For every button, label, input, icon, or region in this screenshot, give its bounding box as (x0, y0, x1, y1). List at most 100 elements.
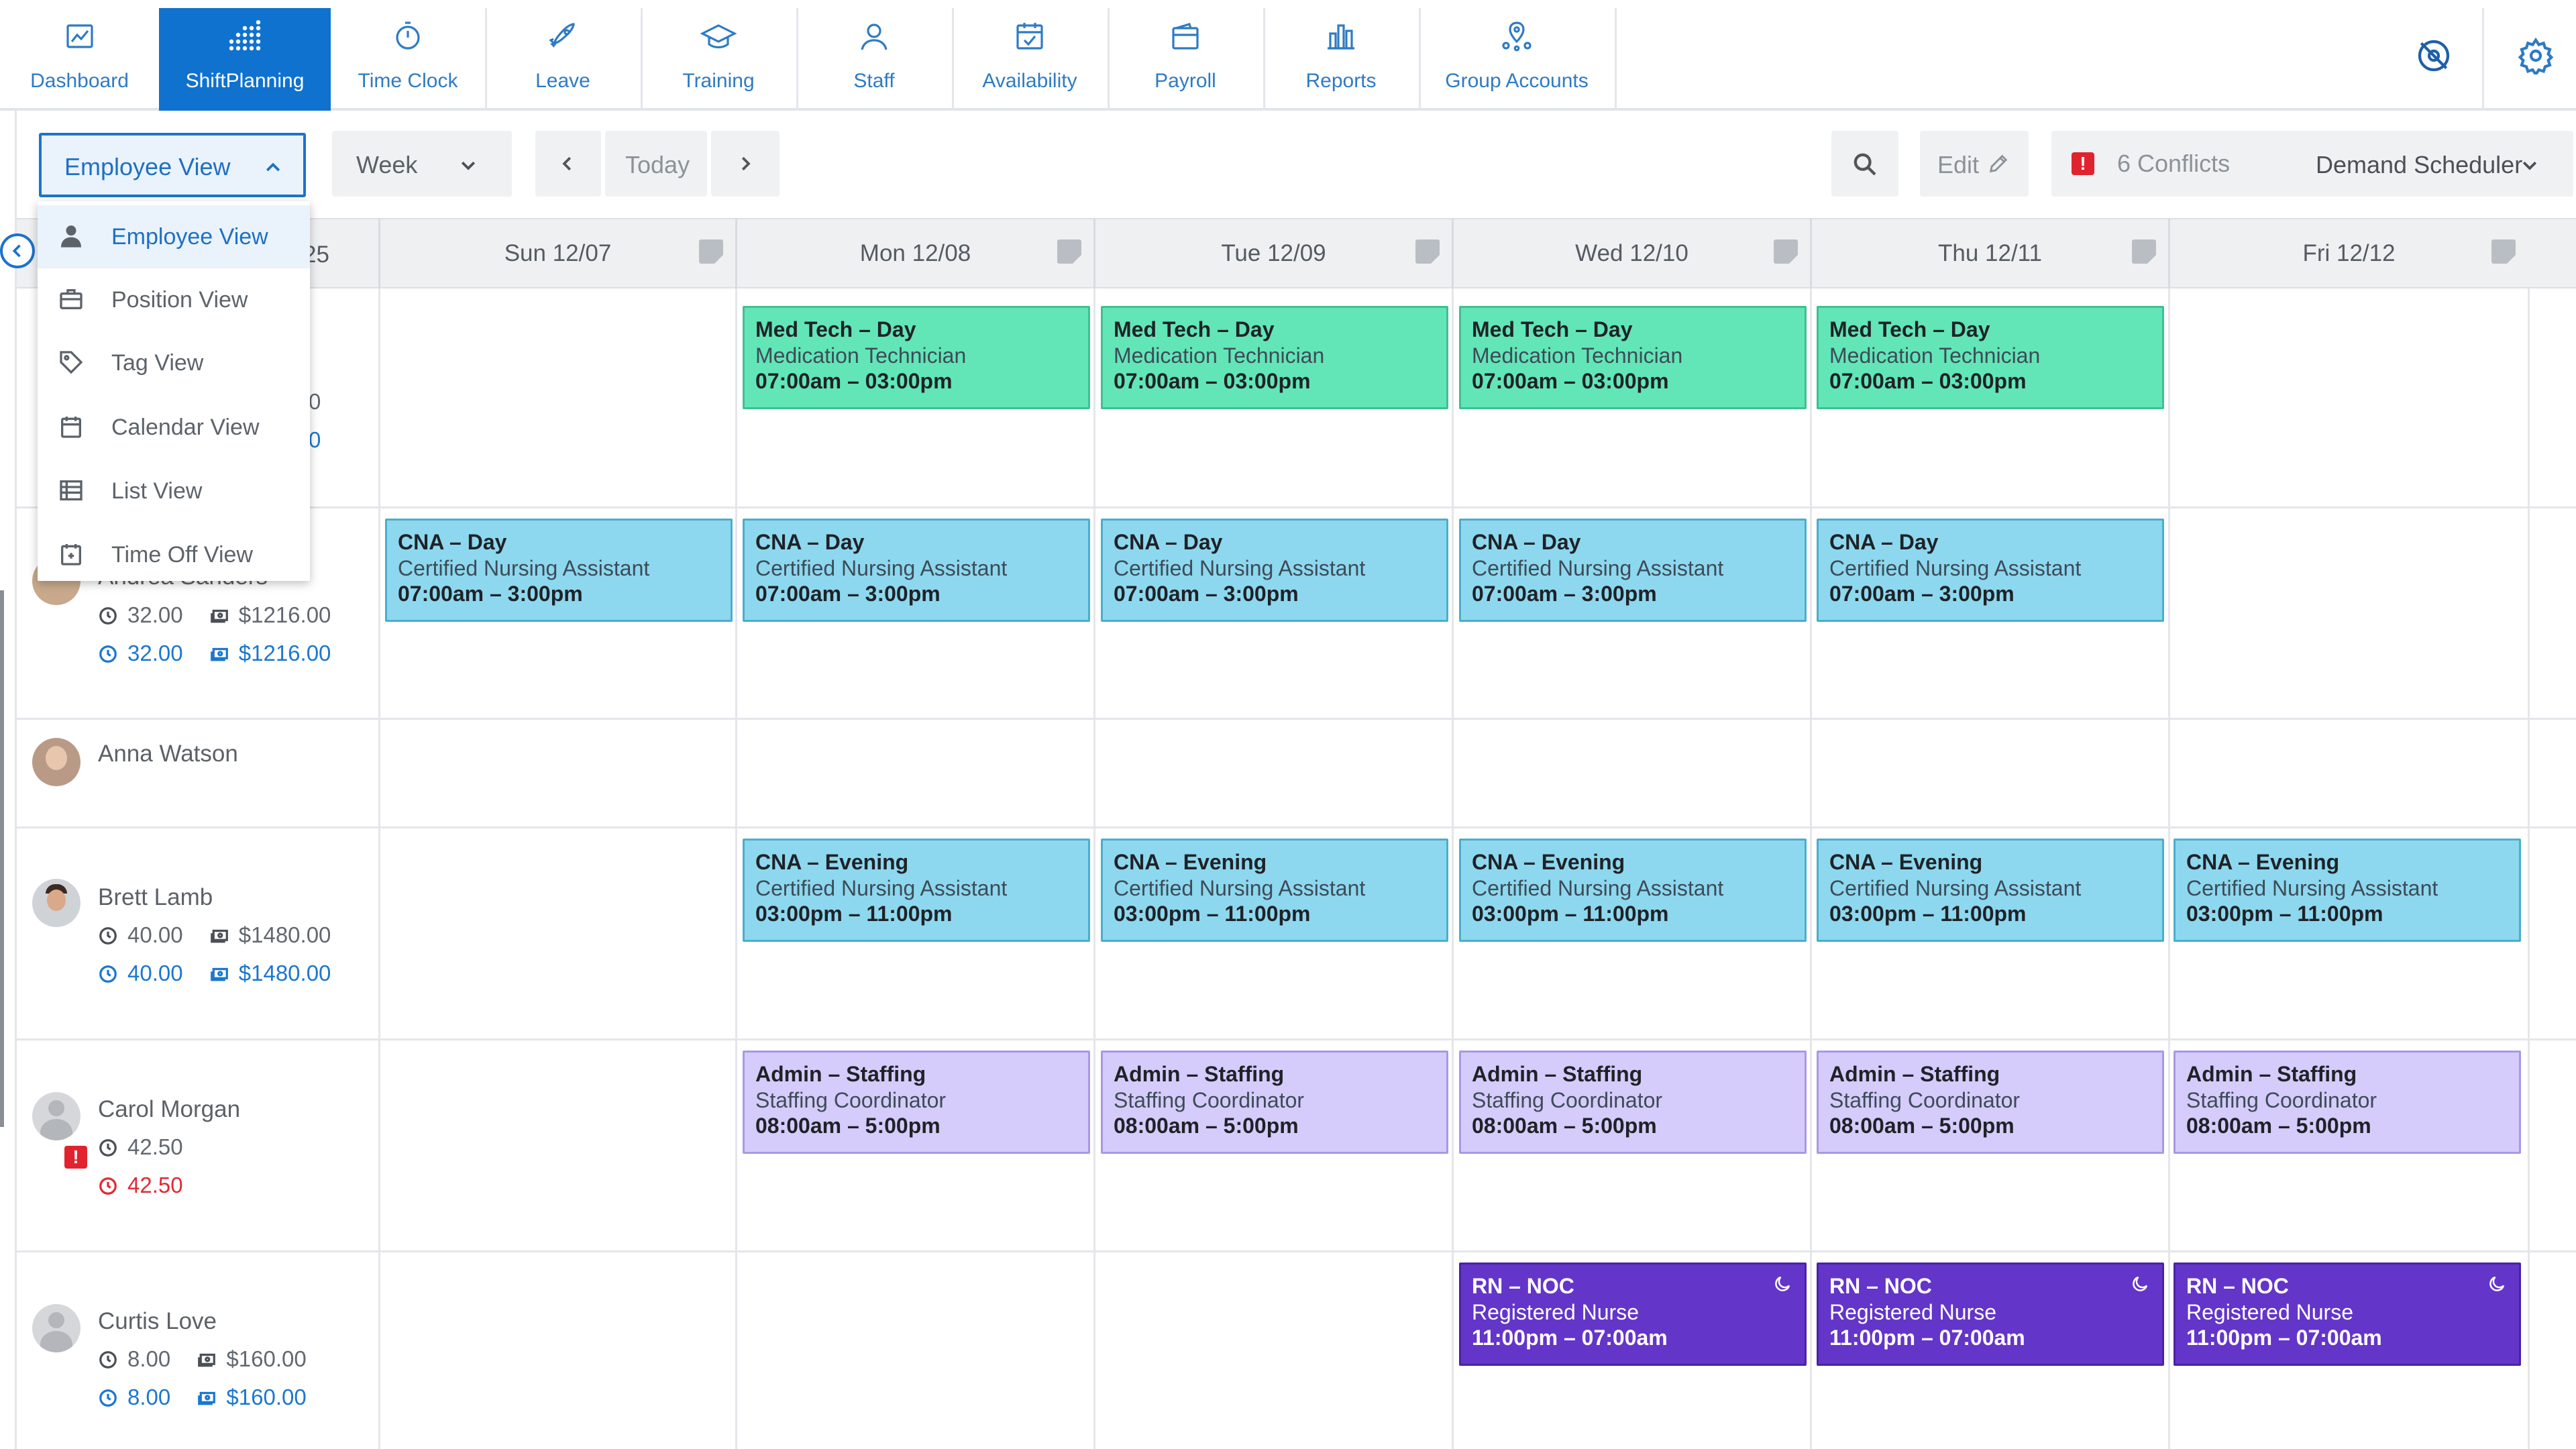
conflict-alert-icon[interactable]: ! (64, 1146, 87, 1169)
demand-scheduler-select[interactable]: Demand Scheduler (2246, 131, 2573, 197)
clock-icon (99, 927, 117, 945)
shift-block[interactable]: CNA – Day Certified Nursing Assistant 07:0… (385, 519, 733, 622)
clock-icon (99, 1177, 117, 1195)
shift-block[interactable]: Admin – Staffing Staffing Coordinator 08:0… (2174, 1051, 2521, 1154)
nav-dashboard[interactable]: Dashboard (0, 8, 161, 111)
nav-leave-label: Leave (535, 70, 590, 92)
day-note-icon[interactable] (2491, 239, 2516, 264)
nav-reports[interactable]: Reports (1263, 8, 1421, 111)
nav-time-clock[interactable]: Time Clock (331, 8, 487, 111)
nav-group-accounts[interactable]: Group Accounts (1419, 8, 1617, 111)
view-select[interactable]: Employee View (39, 133, 306, 197)
shift-block[interactable]: RN – NOC Registered Nurse 11:00pm – 07:00a… (2174, 1263, 2521, 1366)
moon-icon (2133, 1276, 2148, 1291)
nav-payroll[interactable]: Payroll (1108, 8, 1265, 111)
employee-scheduled-stats: 8.00 $160.00 (98, 1385, 307, 1410)
day-header[interactable]: Thu 12/11 (1810, 218, 2168, 288)
moon-icon (1775, 1276, 1790, 1291)
today-button[interactable]: Today (605, 131, 707, 197)
shift-block[interactable]: RN – NOC Registered Nurse 11:00pm – 07:00a… (1459, 1263, 1807, 1366)
shift-block[interactable]: Med Tech – Day Medication Technician 07:00… (1459, 306, 1807, 409)
conflict-alert-icon: ! (2072, 152, 2094, 175)
partial-stat: 0 (309, 389, 321, 414)
day-header[interactable]: Sun 12/07 (378, 218, 735, 288)
menu-item-list-view[interactable]: List View (38, 460, 310, 523)
collapse-sidebar-button[interactable] (0, 233, 35, 268)
menu-item-calendar-view[interactable]: Calendar View (38, 396, 310, 459)
shift-block[interactable]: CNA – Evening Certified Nursing Assistant… (1101, 839, 1448, 942)
today-button-label: Today (625, 151, 690, 178)
nav-availability-label: Availability (982, 70, 1077, 92)
nav-leave[interactable]: Leave (485, 8, 643, 111)
avatar (32, 1092, 80, 1140)
employee-actual-stats: 42.50 (98, 1134, 183, 1160)
gear-icon[interactable] (2517, 37, 2555, 74)
list-icon (60, 480, 83, 500)
shift-block[interactable]: Admin – Staffing Staffing Coordinator 08:0… (1459, 1051, 1807, 1154)
day-note-icon[interactable] (2132, 239, 2156, 264)
day-header[interactable]: Fri 12/12 (2168, 218, 2528, 288)
shift-block[interactable]: CNA – Day Certified Nursing Assistant 07:0… (1101, 519, 1448, 622)
menu-item-time-off-view[interactable]: Time Off View (38, 523, 310, 586)
nav-availability[interactable]: Availability (952, 8, 1110, 111)
chevron-down-icon (461, 161, 476, 170)
employee-scheduled-stats: 42.50 (98, 1173, 183, 1198)
day-note-icon[interactable] (1057, 239, 1081, 264)
nav-staff[interactable]: Staff (796, 8, 954, 111)
menu-item-label: Position View (111, 287, 248, 313)
day-note-icon[interactable] (1415, 239, 1440, 264)
conflicts-button[interactable]: ! 6 Conflicts (2051, 131, 2269, 197)
menu-item-tag-view[interactable]: Tag View (38, 331, 310, 394)
shift-title: Med Tech – Day (1472, 317, 1633, 341)
menu-item-label: Employee View (111, 224, 268, 250)
nav-training[interactable]: Training (641, 8, 798, 111)
menu-item-label: Calendar View (111, 415, 260, 440)
hours-value: 8.00 (127, 1385, 171, 1409)
employee-scheduled-stats: 32.00 $1216.00 (98, 641, 331, 666)
search-button[interactable] (1831, 131, 1898, 197)
shift-block[interactable]: CNA – Day Certified Nursing Assistant 07:0… (1817, 519, 2164, 622)
shift-title: Med Tech – Day (755, 317, 916, 341)
day-header[interactable]: Tue 12/09 (1093, 218, 1452, 288)
shift-block[interactable]: RN – NOC Registered Nurse 11:00pm – 07:00a… (1817, 1263, 2164, 1366)
shift-block[interactable]: CNA – Evening Certified Nursing Assistant… (1817, 839, 2164, 942)
location-off-icon[interactable] (2415, 37, 2453, 74)
shift-role: Staffing Coordinator (1114, 1088, 1305, 1112)
shift-block[interactable]: CNA – Evening Certified Nursing Assistant… (743, 839, 1090, 942)
shift-block[interactable]: CNA – Evening Certified Nursing Assistant… (1459, 839, 1807, 942)
shift-block[interactable]: CNA – Day Certified Nursing Assistant 07:0… (1459, 519, 1807, 622)
menu-item-employee-view[interactable]: Employee View (38, 205, 310, 268)
shift-title: Admin – Staffing (1472, 1062, 1643, 1086)
shift-role: Medication Technician (1829, 343, 2041, 368)
shift-block[interactable]: CNA – Day Certified Nursing Assistant 07:0… (743, 519, 1090, 622)
day-header[interactable]: Mon 12/08 (735, 218, 1093, 288)
shift-time: 08:00am – 5:00pm (755, 1114, 941, 1138)
nav-shiftplanning[interactable]: ShiftPlanning (159, 8, 331, 111)
shift-time: 03:00pm – 11:00pm (755, 902, 953, 926)
shift-role: Staffing Coordinator (755, 1088, 947, 1112)
shift-block[interactable]: Admin – Staffing Staffing Coordinator 08:0… (743, 1051, 1090, 1154)
shift-block[interactable]: Admin – Staffing Staffing Coordinator 08:0… (1101, 1051, 1448, 1154)
period-select[interactable]: Week (332, 131, 512, 197)
view-select-menu: Employee View Position View Tag View Cal… (38, 201, 310, 581)
day-header-label: Sun 12/07 (504, 240, 612, 266)
day-header-label: Tue 12/09 (1221, 240, 1326, 266)
shift-block[interactable]: Med Tech – Day Medication Technician 07:00… (1817, 306, 2164, 409)
day-header[interactable]: Wed 12/10 (1452, 218, 1810, 288)
shift-role: Staffing Coordinator (2186, 1088, 2377, 1112)
menu-item-label: Time Off View (111, 542, 253, 568)
demand-scheduler-label: Demand Scheduler (2316, 151, 2523, 178)
prev-week-button[interactable] (535, 131, 601, 197)
shift-block[interactable]: Med Tech – Day Medication Technician 07:00… (1101, 306, 1448, 409)
chevron-left-icon (12, 244, 21, 258)
shift-block[interactable]: Admin – Staffing Staffing Coordinator 08:0… (1817, 1051, 2164, 1154)
shift-block[interactable]: Med Tech – Day Medication Technician 07:00… (743, 306, 1090, 409)
shift-time: 07:00am – 3:00pm (1472, 582, 1657, 606)
day-note-icon[interactable] (699, 239, 723, 264)
edit-button[interactable]: Edit (1920, 131, 2029, 197)
next-week-button[interactable] (711, 131, 780, 197)
day-note-icon[interactable] (1774, 239, 1798, 264)
avatar (32, 879, 80, 927)
shift-block[interactable]: CNA – Evening Certified Nursing Assistant… (2174, 839, 2521, 942)
menu-item-position-view[interactable]: Position View (38, 268, 310, 331)
